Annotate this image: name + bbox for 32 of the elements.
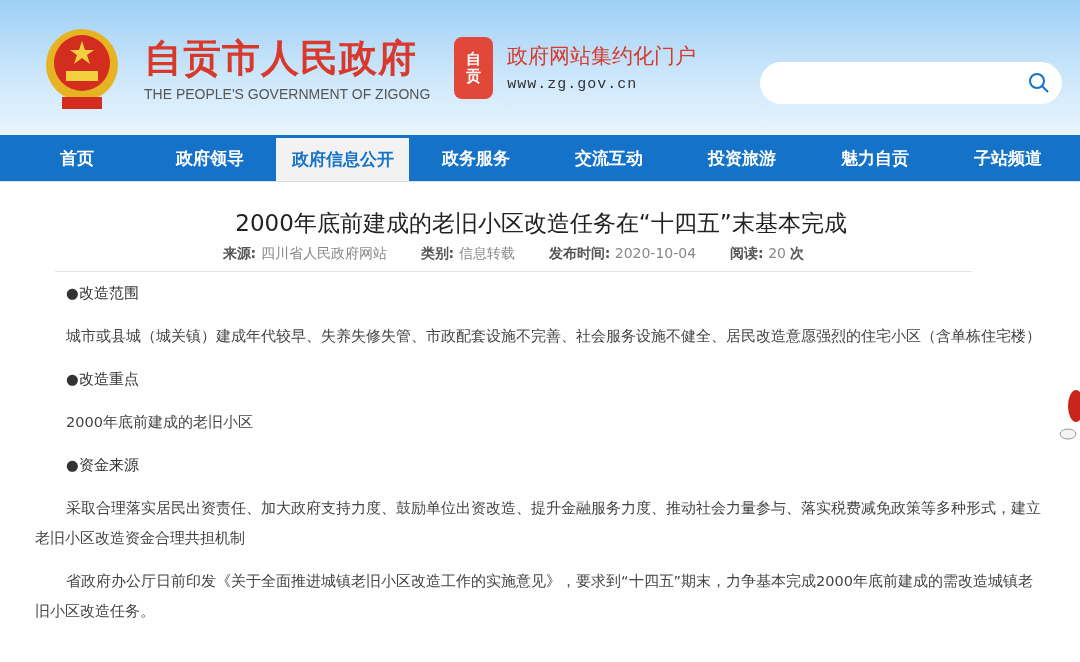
meta-unit: 次: [790, 245, 805, 261]
nav-tab[interactable]: 子站频道: [941, 135, 1074, 181]
paragraph: 省政府办公厅日前印发《关于全面推进城镇老旧小区改造工作的实施意见》，要求到“十四五”期末，力争基本完成2000年底前建成的需改造城镇老旧小区改造任务。: [35, 572, 1034, 621]
meta-value: 20: [768, 245, 786, 261]
search-icon[interactable]: [1028, 71, 1050, 94]
nav-tab[interactable]: 交流互动: [542, 135, 675, 181]
section-heading: ●改造范围: [65, 284, 140, 303]
portal-title: 政府网站集约化门户: [507, 43, 697, 70]
meta-value: 信息转载: [458, 245, 515, 261]
meta-value: 四川省人民政府网站: [260, 245, 387, 261]
nav-tab[interactable]: 投资旅游: [675, 135, 808, 181]
section-heading: ●资金来源: [65, 456, 140, 475]
nav-tab[interactable]: 魅力自贡: [808, 135, 941, 181]
meta-value: 2020-10-04: [614, 245, 697, 261]
meta-label: 来源:: [222, 245, 257, 261]
nav-tab[interactable]: 政务服务: [409, 135, 542, 181]
nav-tab[interactable]: 首页: [10, 135, 143, 181]
paragraph: 采取合理落实居民出资责任、加大政府支持力度、鼓励单位出资改造、提升金融服务力度、推动社会力量参与、落实税费减免政策等多种形式，建立老旧小区改造资金合理共担机制: [35, 499, 1042, 548]
article-title: 2000年底前建成的老旧小区改造任务在“十四五”末基本完成: [234, 209, 848, 238]
portal-url: www.zg.gov.cn: [507, 76, 639, 93]
meta-label: 类别:: [420, 245, 455, 261]
seal-logo: 自贡: [454, 36, 494, 99]
search-field[interactable]: [760, 61, 1062, 104]
nav-tab[interactable]: 政府领导: [143, 135, 276, 181]
meta-label: 发布时间:: [548, 245, 611, 261]
section-heading: ●改造重点: [65, 370, 140, 389]
nav-tab[interactable]: 政府信息公开: [276, 138, 409, 181]
paragraph: 城市或县城（城关镇）建成年代较早、失养失修失管、市政配套设施不完善、社会服务设施不健全、居民改造意愿强烈的住宅小区（含单栋住宅楼）: [65, 327, 1042, 346]
paragraph: 2000年底前建成的老旧小区: [65, 413, 254, 432]
meta-label: 阅读:: [730, 245, 764, 261]
site-name-english: THE PEOPLE'S GOVERNMENT OF ZIGONG: [144, 85, 431, 102]
site-name: 自贡市人民政府: [144, 33, 418, 82]
